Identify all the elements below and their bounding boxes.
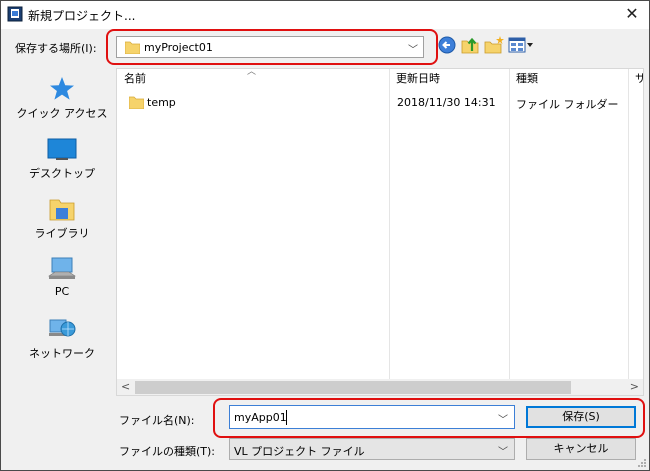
filetype-value: VL プロジェクト ファイル — [234, 445, 365, 458]
scroll-left-icon[interactable]: < — [121, 380, 130, 393]
close-icon: ✕ — [625, 4, 639, 23]
place-quick-access[interactable]: クイック アクセス — [9, 76, 115, 132]
filename-label: ファイル名(N): — [119, 414, 195, 427]
place-label: クイック アクセス — [16, 107, 108, 120]
network-icon — [49, 319, 76, 337]
filetype-dropdown[interactable]: VL プロジェクト ファイル ﹀ — [229, 438, 515, 460]
save-in-label: 保存する場所(I): — [15, 42, 97, 55]
title-bar: 新規プロジェクト... ✕ — [1, 1, 649, 29]
window-title: 新規プロジェクト... — [28, 9, 136, 23]
library-icon — [49, 199, 75, 221]
file-name: temp — [147, 96, 176, 109]
column-divider[interactable] — [628, 69, 629, 379]
folder-icon — [129, 96, 144, 109]
resize-grip-icon[interactable] — [637, 458, 647, 468]
column-header-type[interactable]: 種類 — [509, 69, 629, 89]
chevron-down-icon: ﹀ — [498, 447, 508, 458]
file-type: ファイル フォルダー — [516, 98, 619, 111]
place-pc[interactable]: PC — [9, 256, 115, 312]
place-network[interactable]: ネットワーク — [9, 316, 115, 372]
column-header-modified[interactable]: 更新日時 — [389, 69, 509, 89]
new-folder-icon[interactable] — [483, 35, 505, 55]
scroll-thumb[interactable] — [135, 381, 571, 394]
pc-icon — [48, 257, 76, 279]
scroll-right-icon[interactable]: > — [630, 380, 639, 393]
cancel-button[interactable]: キャンセル — [526, 438, 636, 460]
place-library[interactable]: ライブラリ — [9, 196, 115, 252]
star-icon — [50, 77, 74, 100]
place-label: PC — [54, 285, 70, 298]
column-divider[interactable] — [389, 69, 390, 379]
places-bar: クイック アクセス デスクトップ ライブラリ PC ネットワーク — [9, 66, 115, 396]
horizontal-scrollbar[interactable]: < > — [117, 379, 643, 395]
highlight-location — [106, 29, 438, 65]
file-list[interactable]: ︿ 名前 更新日時 種類 サ temp 2018/11/30 14:31 ファイ… — [116, 68, 644, 396]
save-dialog: 新規プロジェクト... ✕ 保存する場所(I): myProject01 ﹀ ク… — [0, 0, 650, 471]
back-icon[interactable] — [438, 36, 456, 54]
column-header-name[interactable]: 名前 — [117, 69, 389, 89]
filetype-label: ファイルの種類(T): — [119, 445, 216, 458]
app-icon — [7, 6, 23, 22]
place-label: デスクトップ — [29, 167, 95, 180]
column-header-size[interactable]: サ — [628, 69, 643, 89]
place-label: ネットワーク — [29, 347, 95, 360]
desktop-icon — [47, 138, 77, 160]
place-label: ライブラリ — [34, 227, 90, 240]
highlight-filename-save — [213, 398, 645, 438]
up-folder-icon[interactable] — [460, 35, 480, 55]
view-menu-icon[interactable] — [508, 37, 534, 53]
place-desktop[interactable]: デスクトップ — [9, 136, 115, 192]
file-modified: 2018/11/30 14:31 — [397, 96, 496, 109]
column-divider[interactable] — [509, 69, 510, 379]
close-button[interactable]: ✕ — [617, 3, 647, 25]
file-row[interactable]: temp 2018/11/30 14:31 ファイル フォルダー — [117, 93, 643, 113]
